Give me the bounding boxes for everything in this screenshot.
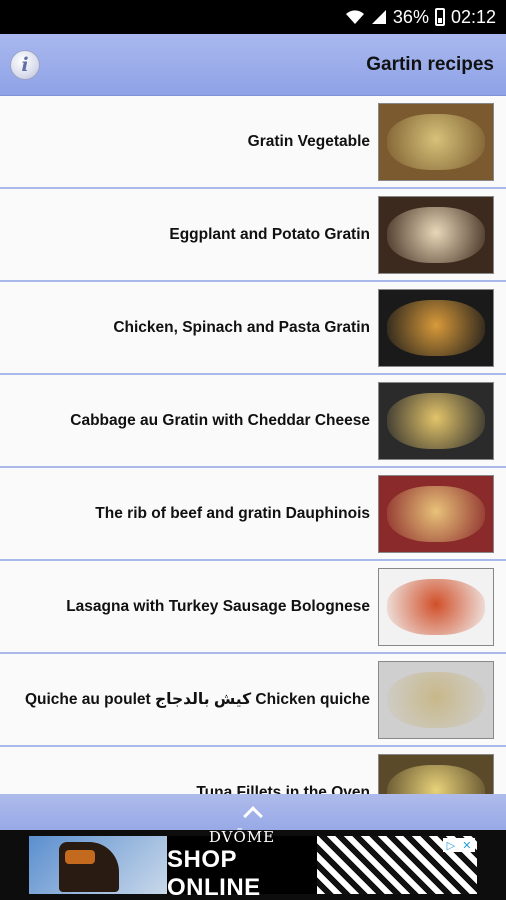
info-icon[interactable]: i	[10, 49, 40, 80]
recipe-thumbnail	[378, 288, 494, 367]
recipe-list[interactable]: Gratin Vegetable Eggplant and Potato Gra…	[0, 96, 506, 794]
recipe-thumbnail	[378, 102, 494, 181]
recipe-item[interactable]: The rib of beef and gratin Dauphinois	[0, 468, 506, 561]
scroll-to-top-button[interactable]	[0, 794, 506, 830]
recipe-title: Gratin Vegetable	[247, 132, 370, 150]
recipe-title: Chicken, Spinach and Pasta Gratin	[113, 318, 370, 336]
ad-copy: DVŌME SHOP ONLINE	[167, 828, 317, 900]
recipe-title: Cabbage au Gratin with Cheddar Cheese	[70, 411, 370, 429]
ad-brand: DVŌME	[208, 828, 276, 846]
wifi-icon	[345, 9, 365, 25]
recipe-title: Tuna Fillets in the Oven	[196, 783, 370, 795]
recipe-item[interactable]: Chicken, Spinach and Pasta Gratin	[0, 282, 506, 375]
battery-percent: 36%	[392, 6, 429, 27]
recipe-thumbnail	[378, 381, 494, 460]
recipe-thumbnail	[378, 660, 494, 739]
recipe-title: Eggplant and Potato Gratin	[169, 225, 370, 243]
recipe-item[interactable]: Tuna Fillets in the Oven	[0, 747, 506, 794]
signal-icon	[371, 9, 387, 25]
ad-banner[interactable]: DVŌME SHOP ONLINE ▷ ✕	[0, 828, 506, 900]
app-header: i Gartin recipes	[0, 34, 506, 96]
recipe-thumbnail	[378, 474, 494, 553]
ad-image-boot	[29, 836, 167, 894]
recipe-thumbnail	[378, 753, 494, 794]
status-bar: 36% 02:12	[0, 0, 506, 34]
battery-icon	[434, 8, 445, 26]
app-screen: 36% 02:12 i Gartin recipes Gratin Vegeta…	[0, 0, 506, 900]
recipe-item[interactable]: Gratin Vegetable	[0, 96, 506, 189]
close-icon[interactable]: ✕	[462, 839, 471, 852]
recipe-title: Lasagna with Turkey Sausage Bolognese	[66, 597, 370, 615]
page-title: Gartin recipes	[366, 53, 494, 75]
ad-cta[interactable]: SHOP ONLINE	[167, 846, 317, 900]
recipe-item[interactable]: Lasagna with Turkey Sausage Bolognese	[0, 561, 506, 654]
recipe-thumbnail	[378, 195, 494, 274]
adchoices-badge[interactable]: ▷ ✕	[443, 838, 475, 852]
ad-image-shoe: ▷ ✕	[317, 836, 477, 894]
clock: 02:12	[450, 6, 496, 27]
recipe-thumbnail	[378, 567, 494, 646]
recipe-title: Quiche au poulet كيش بالدجاج Chicken qui…	[24, 691, 370, 708]
recipe-item[interactable]: Cabbage au Gratin with Cheddar Cheese	[0, 375, 506, 468]
recipe-item[interactable]: Eggplant and Potato Gratin	[0, 189, 506, 282]
recipe-title: The rib of beef and gratin Dauphinois	[95, 504, 370, 522]
adchoices-icon[interactable]: ▷	[447, 839, 455, 852]
recipe-item[interactable]: Quiche au poulet كيش بالدجاج Chicken qui…	[0, 654, 506, 747]
chevron-up-icon	[243, 806, 263, 826]
